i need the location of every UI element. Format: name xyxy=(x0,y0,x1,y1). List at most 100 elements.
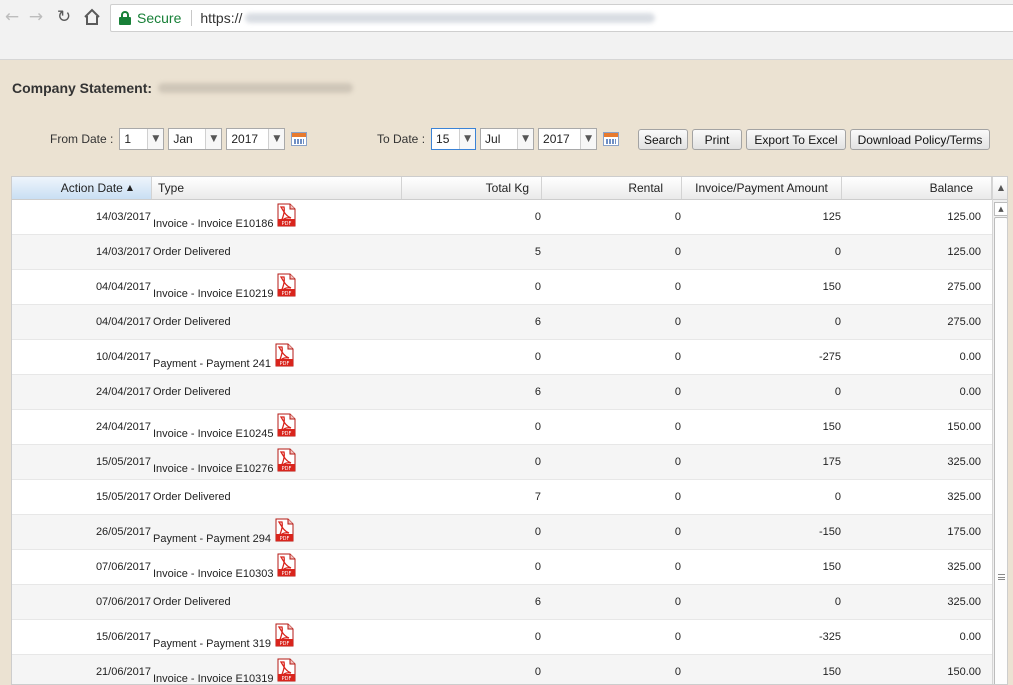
cell-amount: 0 xyxy=(834,246,841,258)
search-button[interactable]: Search xyxy=(638,129,688,150)
sort-ascending-icon: ▲ xyxy=(126,183,133,192)
cell-balance: 0.00 xyxy=(959,351,981,363)
cell-total-kg: 0 xyxy=(534,631,541,643)
scroll-up-icon[interactable]: ▲ xyxy=(994,202,1007,216)
table-row[interactable]: 07/06/2017 Invoice - Invoice E10303 PDF 0 0 1… xyxy=(12,550,992,585)
column-header-balance[interactable]: Balance xyxy=(842,177,992,199)
grid-header: Action Date ▲ Type Total Kg Rental Invoic… xyxy=(12,177,992,200)
to-date-label: To Date : xyxy=(377,132,426,146)
table-row[interactable]: 04/04/2017 Invoice - Invoice E10219 PDF 0 0 1… xyxy=(12,270,992,305)
cell-total-kg: 0 xyxy=(534,561,541,573)
address-bar[interactable]: Secure https:// xyxy=(110,4,1013,32)
from-day-select[interactable]: 1 ▼ xyxy=(119,128,165,150)
print-button[interactable]: Print xyxy=(692,129,742,150)
statement-grid: Action Date ▲ Type Total Kg Rental Invoic… xyxy=(11,176,1008,685)
back-arrow-icon[interactable]: ← xyxy=(0,5,24,29)
forward-arrow-icon[interactable]: → xyxy=(24,5,48,29)
column-header-label: Action Date xyxy=(60,181,123,195)
cell-amount: -325 xyxy=(818,631,841,643)
table-row[interactable]: 15/06/2017 Payment - Payment 319 PDF 0 0 -325… xyxy=(12,620,992,655)
cell-action-date: 14/03/2017 xyxy=(95,246,151,258)
reload-icon[interactable]: ↻ xyxy=(52,5,76,29)
cell-action-date: 07/06/2017 xyxy=(95,561,151,573)
cell-balance: 275.00 xyxy=(947,281,981,293)
column-header-total-kg[interactable]: Total Kg xyxy=(402,177,542,199)
column-header-amount[interactable]: Invoice/Payment Amount xyxy=(682,177,842,199)
table-row[interactable]: 10/04/2017 Payment - Payment 241 PDF 0 0 -275… xyxy=(12,340,992,375)
column-header-type[interactable]: Type xyxy=(152,177,402,199)
calendar-icon[interactable] xyxy=(291,132,308,146)
home-icon[interactable] xyxy=(80,5,104,29)
cell-action-date: 26/05/2017 xyxy=(95,526,151,538)
table-row[interactable]: 04/04/2017 Order Delivered 6 0 0 275.00 xyxy=(12,305,992,340)
cell-rental: 0 xyxy=(674,386,681,398)
download-policy-button[interactable]: Download Policy/Terms xyxy=(850,129,990,150)
cell-total-kg: 7 xyxy=(534,491,541,503)
from-month-select[interactable]: Jan ▼ xyxy=(168,128,223,150)
address-separator xyxy=(191,10,193,26)
lock-icon xyxy=(119,11,131,25)
from-year-select[interactable]: 2017 ▼ xyxy=(226,128,286,150)
pdf-icon[interactable]: PDF xyxy=(277,413,296,437)
cell-total-kg: 0 xyxy=(534,281,541,293)
cell-balance: 325.00 xyxy=(947,596,981,608)
pdf-icon[interactable]: PDF xyxy=(277,658,296,682)
cell-type: Order Delivered xyxy=(153,246,231,258)
cell-total-kg: 0 xyxy=(534,456,541,468)
cell-total-kg: 0 xyxy=(534,351,541,363)
cell-action-date: 21/06/2017 xyxy=(95,666,151,678)
pdf-icon[interactable]: PDF xyxy=(277,448,296,472)
to-month-value: Jul xyxy=(485,132,501,146)
cell-balance: 125.00 xyxy=(947,211,981,223)
pdf-icon[interactable]: PDF xyxy=(275,518,294,542)
svg-text:PDF: PDF xyxy=(282,221,292,227)
url-scheme: https:// xyxy=(200,10,243,26)
scroll-header-up-icon[interactable]: ▲ xyxy=(993,177,1007,200)
to-year-value: 2017 xyxy=(543,132,570,146)
column-header-rental[interactable]: Rental xyxy=(542,177,682,199)
svg-text:PDF: PDF xyxy=(280,536,290,542)
to-month-select[interactable]: Jul ▼ xyxy=(480,128,535,150)
pdf-icon[interactable]: PDF xyxy=(277,203,296,227)
cell-amount: 0 xyxy=(834,491,841,503)
pdf-icon[interactable]: PDF xyxy=(277,273,296,297)
table-row[interactable]: 14/03/2017 Invoice - Invoice E10186 PDF 0 0 1… xyxy=(12,200,992,235)
column-header-action-date[interactable]: Action Date ▲ xyxy=(12,177,152,199)
to-day-value: 15 xyxy=(436,132,450,146)
table-row[interactable]: 14/03/2017 Order Delivered 5 0 0 125.00 xyxy=(12,235,992,270)
to-year-select[interactable]: 2017 ▼ xyxy=(538,128,598,150)
cell-rental: 0 xyxy=(674,491,681,503)
cell-type: Order Delivered xyxy=(153,491,231,503)
scrollbar-thumb[interactable] xyxy=(994,217,1007,684)
pdf-icon[interactable]: PDF xyxy=(277,553,296,577)
table-row[interactable]: 15/05/2017 Order Delivered 7 0 0 325.00 xyxy=(12,480,992,515)
table-row[interactable]: 26/05/2017 Payment - Payment 294 PDF 0 0 -150… xyxy=(12,515,992,550)
table-row[interactable]: 24/04/2017 Invoice - Invoice E10245 PDF 0 0 1… xyxy=(12,410,992,445)
cell-type: Order Delivered xyxy=(153,386,231,398)
cell-balance: 325.00 xyxy=(947,561,981,573)
cell-balance: 0.00 xyxy=(959,386,981,398)
cell-action-date: 15/05/2017 xyxy=(95,491,151,503)
cell-balance: 150.00 xyxy=(947,421,981,433)
from-date-filter: From Date : 1 ▼ Jan ▼ 2017 ▼ xyxy=(50,128,308,150)
cell-amount: -150 xyxy=(818,526,841,538)
table-row[interactable]: 21/06/2017 Invoice - Invoice E10319 PDF 0 0 1… xyxy=(12,655,992,684)
svg-text:PDF: PDF xyxy=(282,676,292,682)
secure-label: Secure xyxy=(137,10,182,26)
to-day-select[interactable]: 15 ▼ xyxy=(431,128,477,150)
pdf-icon[interactable]: PDF xyxy=(275,343,294,367)
vertical-scrollbar[interactable]: ▲ ▲ xyxy=(992,177,1007,684)
cell-total-kg: 6 xyxy=(534,316,541,328)
browser-toolbar: ← → ↻ Secure https:// xyxy=(0,0,1013,60)
table-row[interactable]: 24/04/2017 Order Delivered 6 0 0 0.00 xyxy=(12,375,992,410)
table-row[interactable]: 15/05/2017 Invoice - Invoice E10276 PDF 0 0 1… xyxy=(12,445,992,480)
chevron-down-icon: ▼ xyxy=(517,129,534,149)
cell-balance: 175.00 xyxy=(947,526,981,538)
pdf-icon[interactable]: PDF xyxy=(275,623,294,647)
export-excel-button[interactable]: Export To Excel xyxy=(746,129,846,150)
cell-amount: 175 xyxy=(822,456,841,468)
cell-amount: 0 xyxy=(834,316,841,328)
chevron-down-icon: ▼ xyxy=(205,129,222,149)
table-row[interactable]: 07/06/2017 Order Delivered 6 0 0 325.00 xyxy=(12,585,992,620)
calendar-icon[interactable] xyxy=(603,132,620,146)
